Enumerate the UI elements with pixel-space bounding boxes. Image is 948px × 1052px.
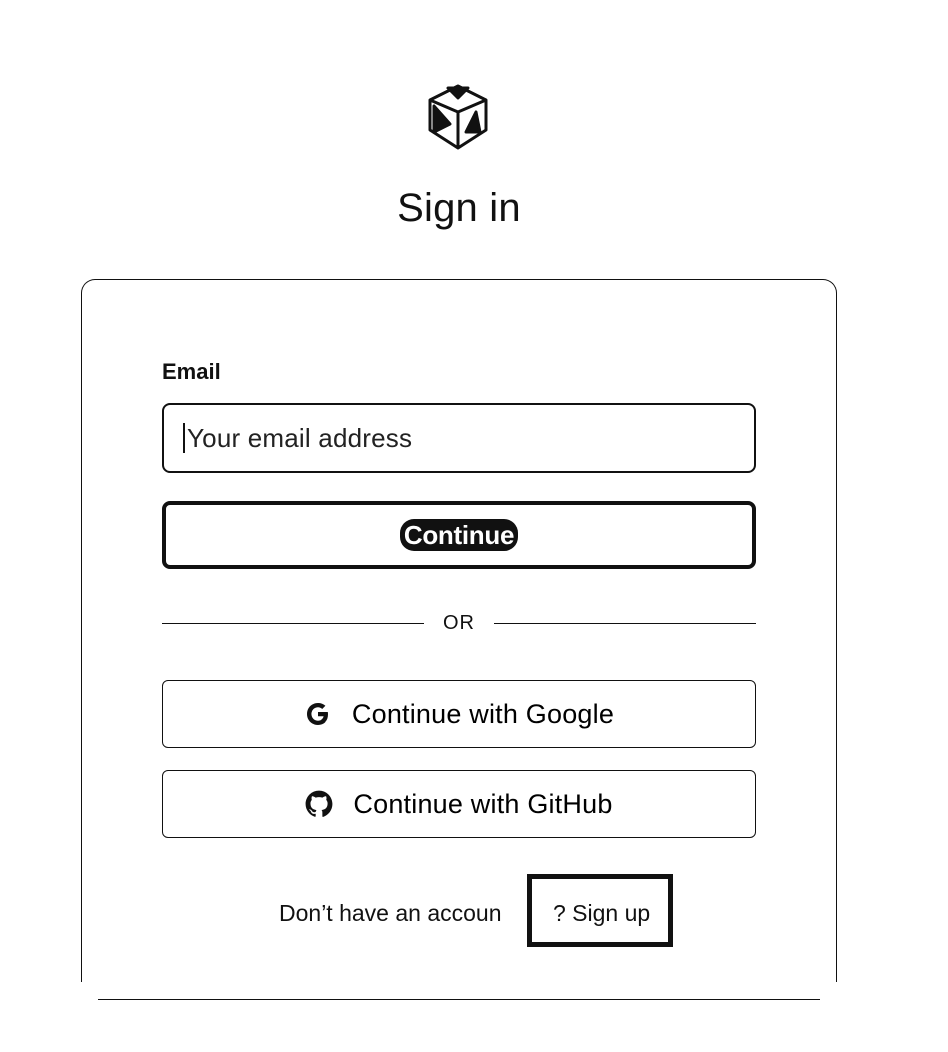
- divider-line-right: [494, 623, 756, 624]
- signup-prompt-text: Don’t have an accoun: [279, 899, 502, 927]
- google-icon: [304, 700, 332, 728]
- google-button-label: Continue with Google: [351, 698, 615, 729]
- sign-up-link[interactable]: ? Sign up: [553, 896, 650, 930]
- or-divider: OR: [162, 610, 756, 638]
- email-placeholder: Your email address: [187, 422, 413, 453]
- continue-button[interactable]: Continue: [162, 501, 756, 569]
- continue-with-google-button[interactable]: Continue with Google: [162, 680, 756, 748]
- email-label: Email: [162, 359, 221, 384]
- continue-with-github-button[interactable]: Continue with GitHub: [162, 770, 756, 838]
- text-caret: [183, 423, 185, 453]
- github-icon: [305, 790, 333, 818]
- email-field[interactable]: Your email address: [162, 403, 756, 473]
- signup-prompt: Don’t have an accoun: [279, 896, 502, 930]
- continue-button-label: Continue: [399, 519, 519, 551]
- page-title: Sign in: [397, 186, 521, 230]
- card-bottom-border: [98, 999, 820, 1000]
- app-logo-icon: [420, 78, 496, 154]
- card-edge-left: [80, 982, 84, 1002]
- divider-line-left: [162, 623, 424, 624]
- sign-in-card: [81, 279, 837, 999]
- divider-label: OR: [443, 612, 475, 634]
- github-button-label: Continue with GitHub: [353, 788, 613, 819]
- card-edge-right: [834, 982, 840, 1002]
